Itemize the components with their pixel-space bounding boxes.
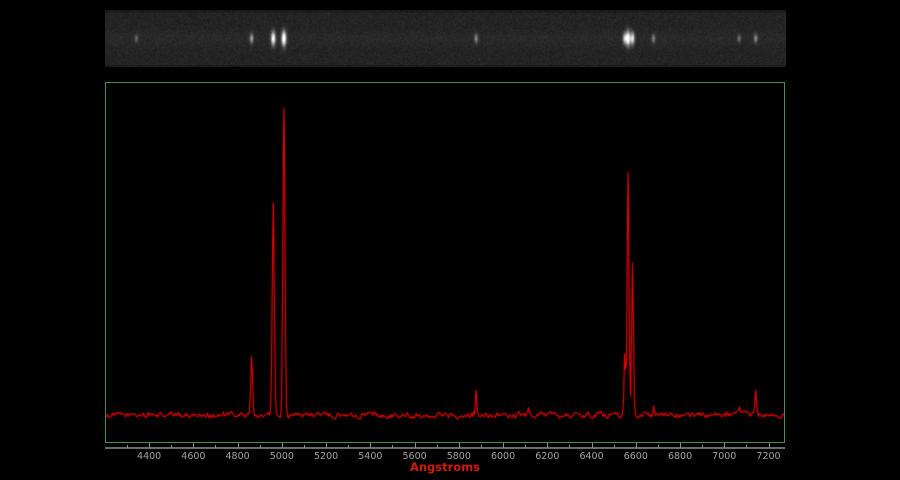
spectrum-strip-image [105, 10, 786, 67]
x-tick-label: 6400 [572, 451, 612, 462]
x-axis-minor-tick [215, 445, 216, 448]
x-axis-major-tick [592, 443, 593, 448]
x-axis-minor-tick [127, 445, 128, 448]
x-axis-minor-tick [525, 445, 526, 448]
x-axis-minor-tick [702, 445, 703, 448]
x-axis-minor-tick [304, 445, 305, 448]
x-axis-major-tick [282, 443, 283, 448]
x-axis-major-tick [326, 443, 327, 448]
x-tick-label: 4400 [129, 451, 169, 462]
x-axis-major-tick [459, 443, 460, 448]
x-axis-major-tick [769, 443, 770, 448]
x-axis-major-tick [370, 443, 371, 448]
x-axis-minor-tick [437, 445, 438, 448]
x-axis-minor-tick [260, 445, 261, 448]
x-axis-minor-tick [746, 445, 747, 448]
spectrum-strip-canvas [105, 10, 786, 67]
x-tick-label: 5000 [262, 451, 302, 462]
x-tick-label: 7200 [749, 451, 789, 462]
x-tick-label: 6800 [660, 451, 700, 462]
x-axis-major-tick [193, 443, 194, 448]
x-axis-major-tick [503, 443, 504, 448]
x-axis-line [105, 447, 785, 449]
x-axis-major-tick [636, 443, 637, 448]
x-axis-minor-tick [614, 445, 615, 448]
x-axis-minor-tick [392, 445, 393, 448]
x-tick-label: 6000 [483, 451, 523, 462]
spectrum-plot-canvas[interactable] [106, 83, 784, 442]
x-tick-label: 6600 [616, 451, 656, 462]
x-axis-minor-tick [481, 445, 482, 448]
x-axis-major-tick [149, 443, 150, 448]
x-axis: Angstroms 4400 4600 4800 5000 5200 5400 5600 58… [105, 443, 786, 479]
x-axis-minor-tick [348, 445, 349, 448]
x-axis-minor-tick [171, 445, 172, 448]
x-axis-major-tick [547, 443, 548, 448]
x-axis-label: Angstroms [105, 460, 785, 474]
screen: Angstroms 4400 4600 4800 5000 5200 5400 5600 58… [0, 0, 900, 480]
x-tick-label: 4600 [173, 451, 213, 462]
x-tick-label: 5600 [395, 451, 435, 462]
spectrum-plot-frame [105, 82, 785, 443]
x-axis-major-tick [415, 443, 416, 448]
x-tick-label: 5200 [306, 451, 346, 462]
x-tick-label: 7000 [704, 451, 744, 462]
x-tick-label: 5400 [350, 451, 390, 462]
x-axis-major-tick [680, 443, 681, 448]
x-axis-minor-tick [569, 445, 570, 448]
x-tick-label: 6200 [527, 451, 567, 462]
x-axis-minor-tick [658, 445, 659, 448]
x-axis-major-tick [238, 443, 239, 448]
x-axis-major-tick [724, 443, 725, 448]
x-tick-label: 5800 [439, 451, 479, 462]
x-tick-label: 4800 [218, 451, 258, 462]
